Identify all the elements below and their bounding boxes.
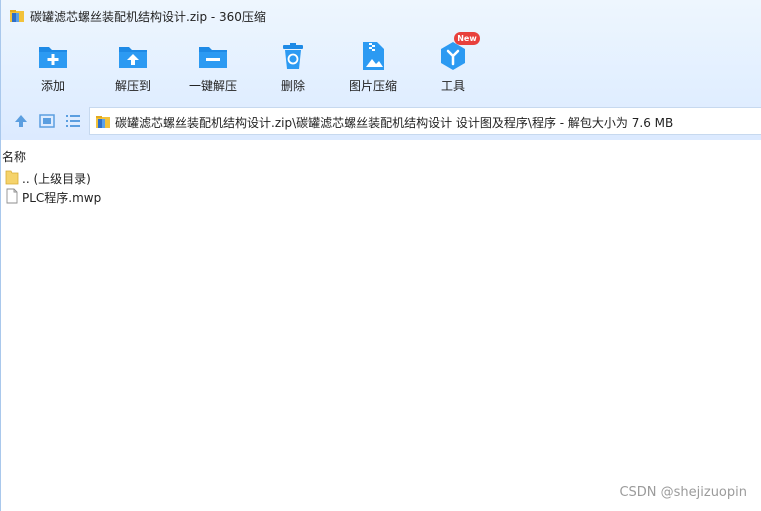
folder-icon (5, 169, 19, 185)
new-badge: New (454, 32, 480, 45)
add-icon (37, 40, 69, 72)
extract-to-icon (117, 40, 149, 72)
navigation-row: 碳罐滤芯螺丝装配机结构设计.zip\碳罐滤芯螺丝装配机结构设计 设计图及程序\程… (1, 106, 761, 136)
one-click-extract-icon (197, 40, 229, 72)
window-title: 碳罐滤芯螺丝装配机结构设计.zip - 360压缩 (30, 10, 266, 24)
archive-icon (95, 114, 111, 130)
list-view-icon[interactable] (64, 112, 82, 130)
archive-icon (9, 8, 25, 24)
watermark: CSDN @shejizuopin (619, 485, 747, 500)
tools-label: 工具 (440, 79, 465, 93)
app-window: 碳罐滤芯螺丝装配机结构设计.zip - 360压缩 添加 解压到 一键解压 删除… (0, 0, 761, 511)
toolbar: 添加 解压到 一键解压 删除 图片压缩 工具 (1, 36, 761, 100)
list-item-label: PLC程序.mwp (22, 191, 102, 205)
column-header-name[interactable]: 名称 (2, 148, 26, 165)
add-label: 添加 (40, 79, 65, 93)
top-chrome: 碳罐滤芯螺丝装配机结构设计.zip - 360压缩 添加 解压到 一键解压 删除… (1, 0, 761, 140)
thumbnail-view-icon[interactable] (38, 112, 56, 130)
image-compress-label: 图片压缩 (348, 79, 397, 93)
delete-button[interactable]: 删除 (257, 36, 329, 98)
add-button[interactable]: 添加 (17, 36, 89, 98)
delete-label: 删除 (280, 79, 305, 93)
extract-to-button[interactable]: 解压到 (97, 36, 169, 98)
address-bar[interactable]: 碳罐滤芯螺丝装配机结构设计.zip\碳罐滤芯螺丝装配机结构设计 设计图及程序\程… (89, 107, 761, 135)
delete-icon (277, 40, 309, 72)
address-path: 碳罐滤芯螺丝装配机结构设计.zip\碳罐滤芯螺丝装配机结构设计 设计图及程序\程… (115, 116, 674, 130)
title-bar: 碳罐滤芯螺丝装配机结构设计.zip - 360压缩 (1, 0, 761, 32)
up-arrow-icon[interactable] (12, 112, 30, 130)
image-compress-icon (357, 40, 389, 72)
one-click-extract-label: 一键解压 (188, 79, 237, 93)
one-click-extract-button[interactable]: 一键解压 (177, 36, 249, 98)
image-compress-button[interactable]: 图片压缩 (337, 36, 409, 98)
list-item-label: .. (上级目录) (22, 172, 91, 186)
file-list: 名称 .. (上级目录) PLC程序.mwp (1, 146, 761, 511)
tools-button[interactable]: 工具 (417, 36, 489, 98)
extract-to-label: 解压到 (114, 79, 151, 93)
file-icon (5, 188, 19, 204)
